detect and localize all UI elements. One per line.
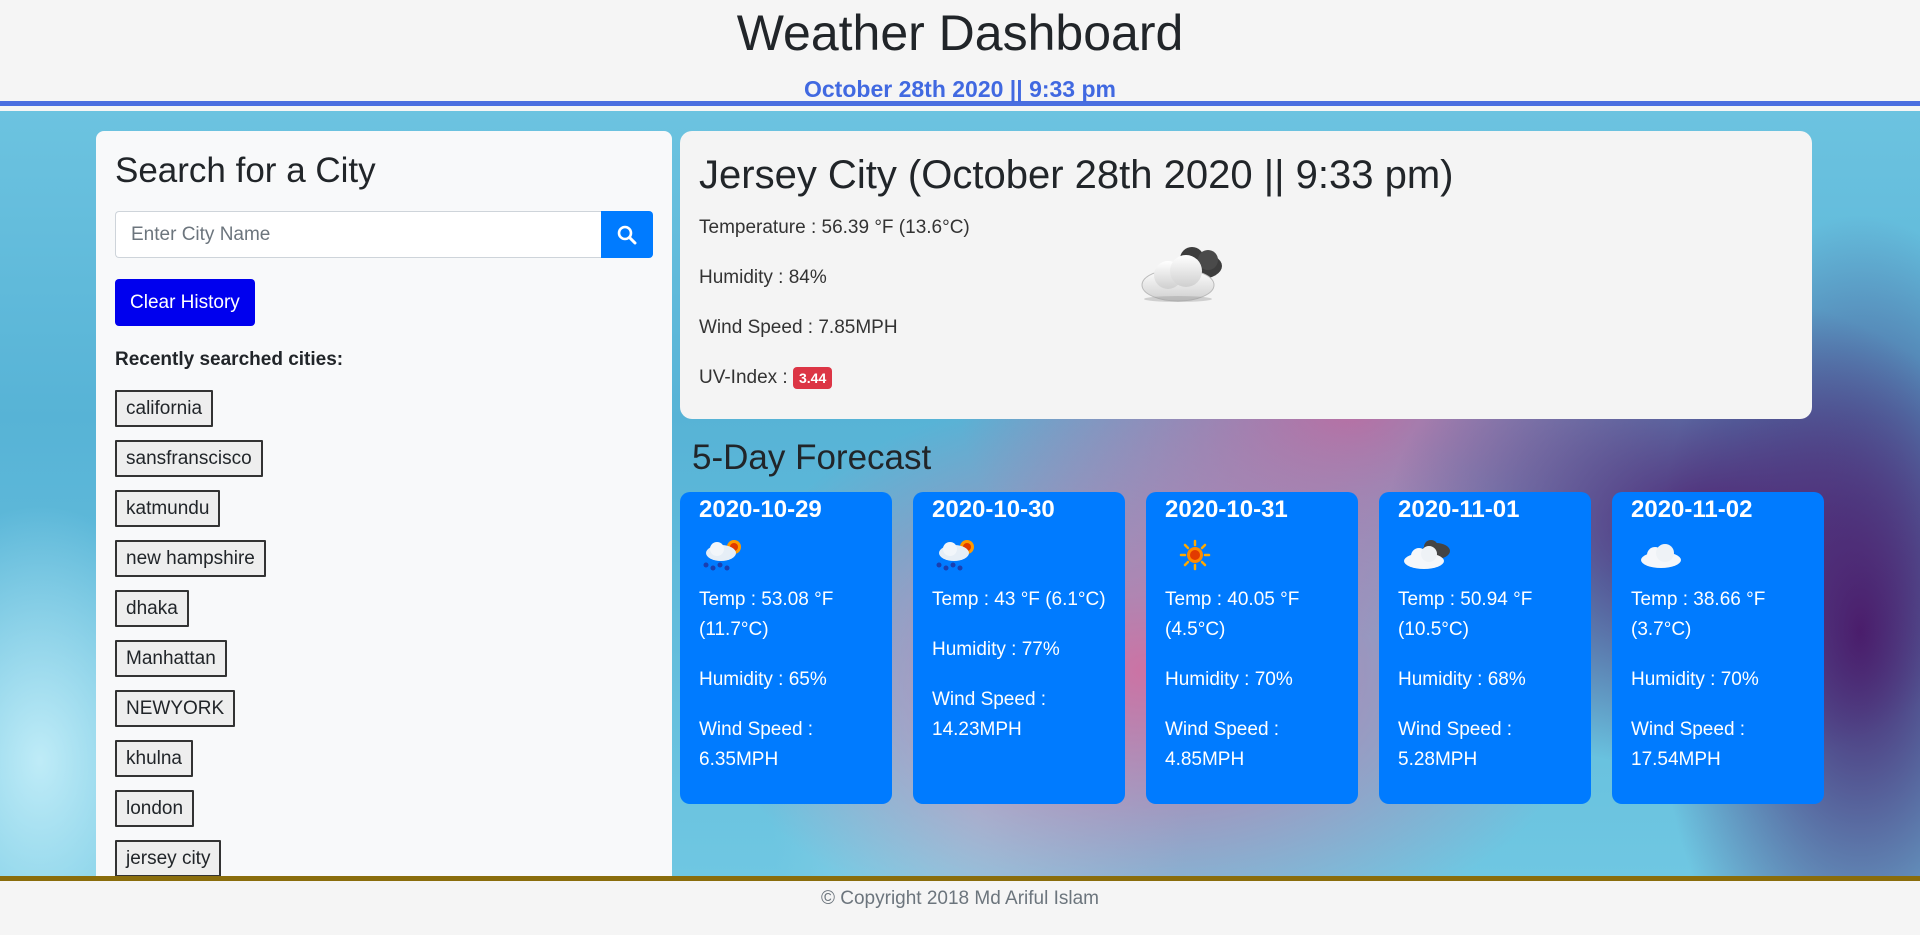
current-uv-row: UV-Index : 3.44 xyxy=(699,367,1793,389)
sun-icon xyxy=(1179,539,1211,571)
partly-cloudy-icon xyxy=(1404,540,1450,569)
forecast-date: 2020-11-01 xyxy=(1398,496,1520,523)
forecast-date: 2020-11-02 xyxy=(1631,496,1753,523)
forecast-card: 2020-11-01 Temp : 50.94 °F (10.5°C) Humi… xyxy=(1379,492,1591,804)
forecast-humidity: Humidity : 70% xyxy=(1165,669,1293,690)
current-humidity: Humidity : 84% xyxy=(699,267,827,288)
recent-cities-label: Recently searched cities: xyxy=(115,349,344,370)
forecast-title: 5-Day Forecast xyxy=(692,438,932,477)
forecast-date: 2020-10-29 xyxy=(699,496,822,523)
clear-history-button[interactable]: Clear History xyxy=(115,279,255,326)
copyright-text: © Copyright 2018 Md Ariful Islam xyxy=(820,888,1099,909)
search-button[interactable] xyxy=(601,211,653,258)
forecast-card: 2020-10-31 Temp : 40.05 °F (4.5°C) Humid… xyxy=(1146,492,1358,804)
current-temperature: Temperature : 56.39 °F (13.6°C) xyxy=(699,217,970,238)
forecast-card: 2020-10-30 Temp : 43 °F (6.1°C) Humidity… xyxy=(913,492,1125,804)
forecast-wind: Wind Speed : 4.85MPH xyxy=(1165,719,1280,770)
current-wind-speed: Wind Speed : 7.85MPH xyxy=(699,317,898,338)
city-button-dhaka[interactable]: dhaka xyxy=(115,590,189,627)
forecast-date: 2020-10-31 xyxy=(1165,496,1288,523)
cloud-icon xyxy=(1641,544,1681,568)
forecast-temp: Temp : 43 °F (6.1°C) xyxy=(932,589,1106,610)
city-search-input[interactable] xyxy=(115,211,601,258)
rain-sun-icon xyxy=(936,540,974,571)
forecast-humidity: Humidity : 68% xyxy=(1398,669,1526,690)
partly-cloudy-night-icon xyxy=(1141,247,1222,302)
city-button-new-hampshire[interactable]: new hampshire xyxy=(115,540,266,577)
city-button-jersey-city[interactable]: jersey city xyxy=(115,840,222,876)
recent-cities-list: california sansfranscisco katmundu new h… xyxy=(115,390,653,876)
forecast-temp: Temp : 38.66 °F (3.7°C) xyxy=(1631,589,1766,640)
forecast-humidity: Humidity : 70% xyxy=(1631,669,1759,690)
current-city-title: Jersey City (October 28th 2020 || 9:33 p… xyxy=(699,153,1454,197)
city-button-newyork[interactable]: NEWYORK xyxy=(115,690,236,727)
forecast-temp: Temp : 53.08 °F (11.7°C) xyxy=(699,589,834,640)
city-button-london[interactable]: london xyxy=(115,790,195,827)
forecast-wind: Wind Speed : 17.54MPH xyxy=(1631,719,1746,770)
sidebar: Search for a City Clear History Recently… xyxy=(96,131,672,876)
uv-index-label: UV-Index : xyxy=(699,367,788,389)
forecast-temp: Temp : 50.94 °F (10.5°C) xyxy=(1398,589,1533,640)
uv-index-badge: 3.44 xyxy=(793,367,833,389)
page-title: Weather Dashboard xyxy=(736,5,1184,61)
city-button-sansfranscisco[interactable]: sansfranscisco xyxy=(115,440,263,477)
city-button-khulna[interactable]: khulna xyxy=(115,740,193,777)
footer: © Copyright 2018 Md Ariful Islam xyxy=(0,881,1920,935)
rain-sun-icon xyxy=(703,540,741,571)
forecast-humidity: Humidity : 77% xyxy=(932,639,1060,660)
city-button-manhattan[interactable]: Manhattan xyxy=(115,640,227,677)
forecast-card: 2020-11-02 Temp : 38.66 °F (3.7°C) Humid… xyxy=(1612,492,1824,804)
forecast-wind: Wind Speed : 14.23MPH xyxy=(932,689,1047,740)
forecast-wind: Wind Speed : 5.28MPH xyxy=(1398,719,1513,770)
search-row xyxy=(115,211,653,258)
forecast-humidity: Humidity : 65% xyxy=(699,669,827,690)
forecast-date: 2020-10-30 xyxy=(932,496,1055,523)
page-header: Weather Dashboard October 28th 2020 || 9… xyxy=(0,0,1920,106)
forecast-wind: Wind Speed : 6.35MPH xyxy=(699,719,814,770)
search-icon xyxy=(617,225,637,244)
header-date: October 28th 2020 || 9:33 pm xyxy=(804,76,1116,102)
city-button-katmundu[interactable]: katmundu xyxy=(115,490,221,527)
city-button-california[interactable]: california xyxy=(115,390,214,427)
sidebar-title: Search for a City xyxy=(115,151,376,190)
forecast-temp: Temp : 40.05 °F (4.5°C) xyxy=(1165,589,1300,640)
current-weather-card: Jersey City (October 28th 2020 || 9:33 p… xyxy=(680,131,1812,419)
forecast-card: 2020-10-29 Temp : 53.08 °F (11.7°C) Humi… xyxy=(680,492,892,804)
